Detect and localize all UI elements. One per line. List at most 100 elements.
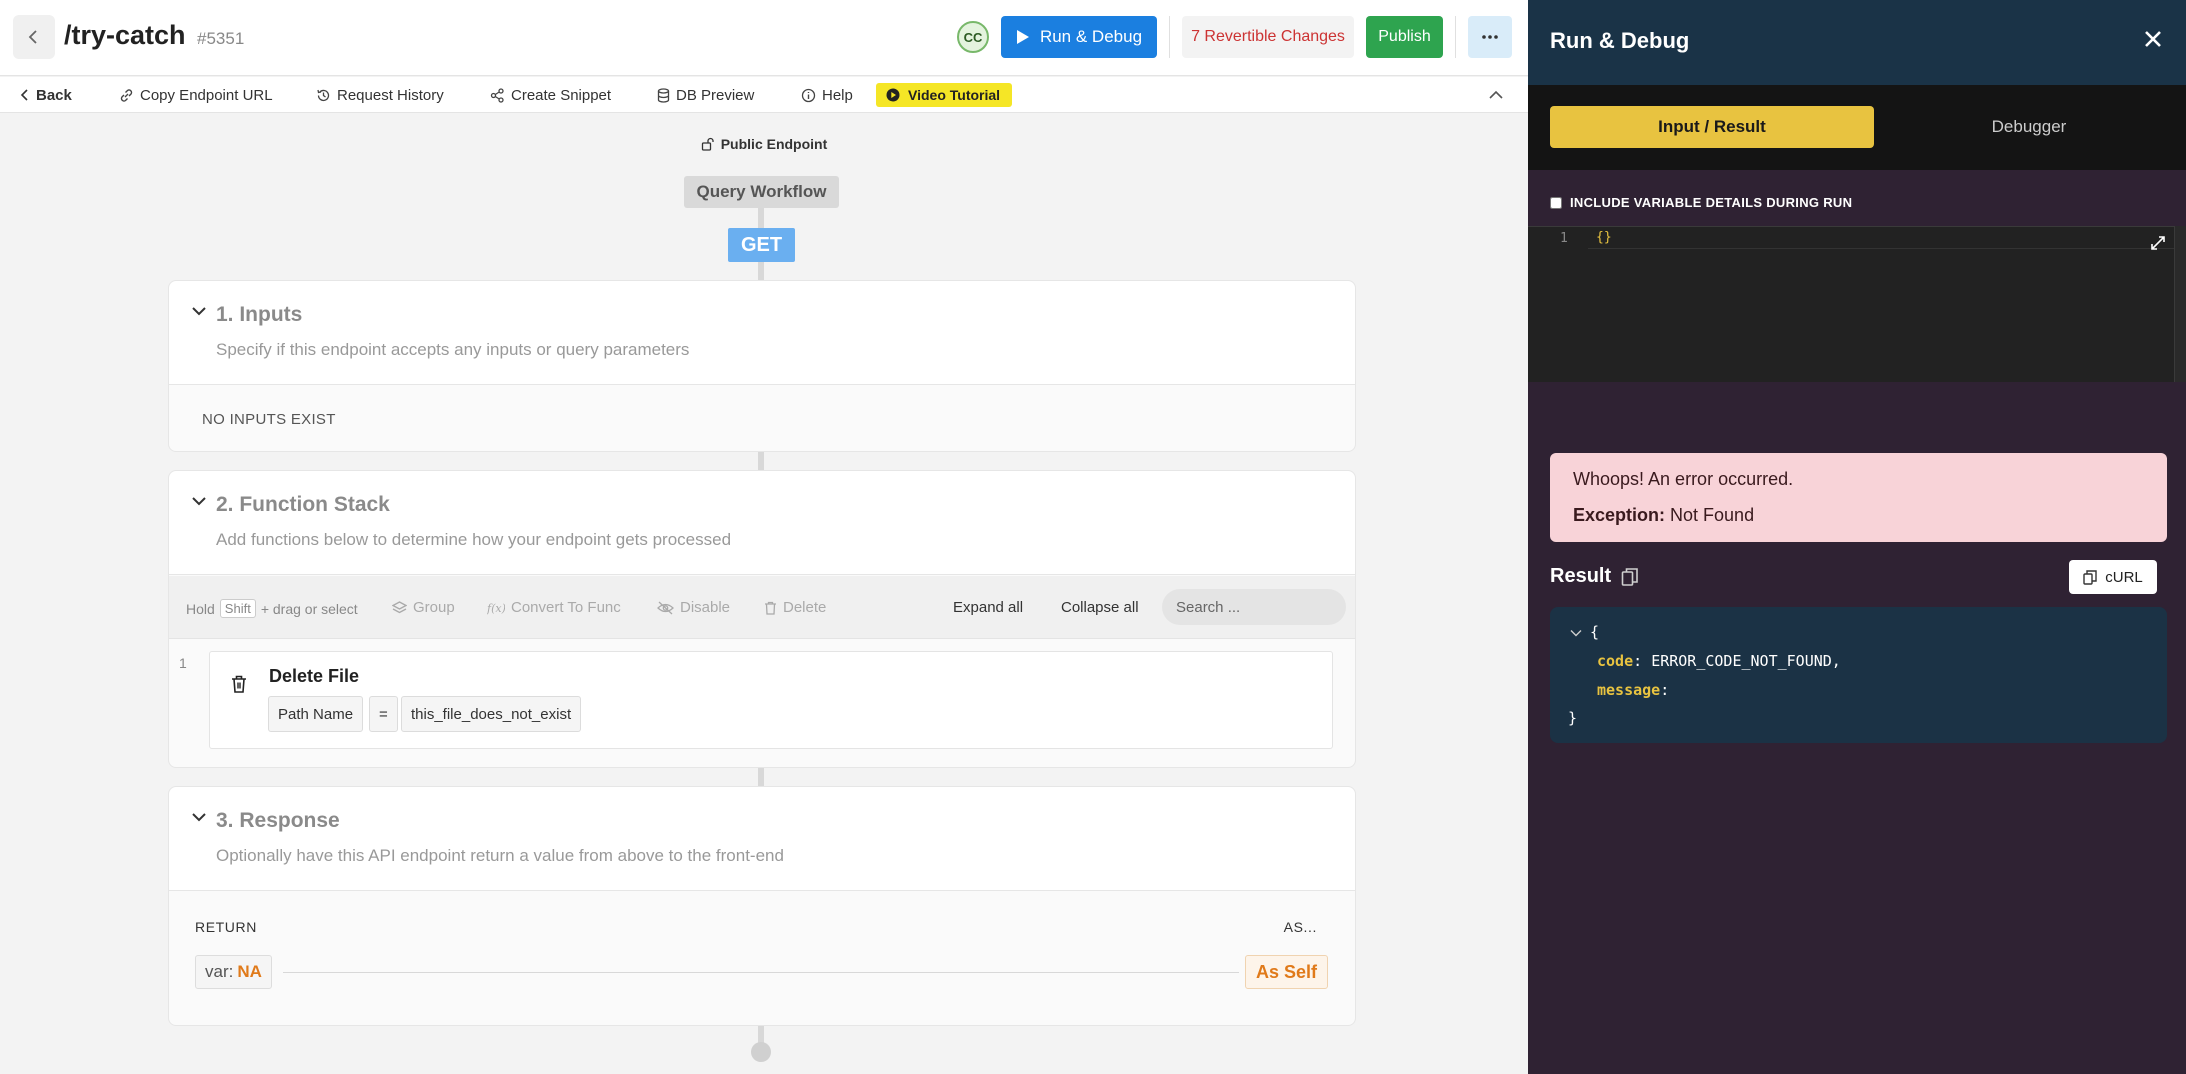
public-endpoint-label: Public Endpoint xyxy=(0,136,1528,152)
function-search-input[interactable] xyxy=(1162,589,1346,625)
expand-all-button[interactable]: Expand all xyxy=(953,599,1023,616)
curl-label: cURL xyxy=(2105,568,2143,586)
response-title: 3. Response xyxy=(216,809,340,832)
help-button[interactable]: Help xyxy=(801,77,853,113)
create-snippet-button[interactable]: Create Snippet xyxy=(490,77,611,113)
inputs-section: 1. Inputs Specify if this endpoint accep… xyxy=(168,280,1356,452)
curl-button[interactable]: cURL xyxy=(2069,560,2157,594)
return-label: RETURN xyxy=(195,919,257,935)
svg-text:f(x): f(x) xyxy=(487,602,505,615)
play-circle-icon xyxy=(886,88,900,102)
delete-button[interactable]: Delete xyxy=(764,599,826,616)
json-key: message xyxy=(1597,681,1661,699)
inputs-description: Specify if this endpoint accepts any inp… xyxy=(216,340,690,359)
back-label: Back xyxy=(36,86,72,104)
chevron-down-icon[interactable] xyxy=(191,495,207,507)
create-snippet-label: Create Snippet xyxy=(511,86,612,104)
more-options-button[interactable] xyxy=(1468,16,1512,58)
info-icon xyxy=(801,88,816,103)
exception-value: Not Found xyxy=(1670,505,1755,525)
copy-icon xyxy=(2083,569,2097,585)
include-variable-details-option[interactable]: INCLUDE VARIABLE DETAILS DURING RUN xyxy=(1550,195,1852,210)
json-close-brace: } xyxy=(1568,709,1578,727)
response-description: Optionally have this API endpoint return… xyxy=(216,846,784,865)
response-header: 3. Response Optionally have this API end… xyxy=(169,787,1355,891)
result-json-viewer: { code: ERROR_CODE_NOT_FOUND, message: } xyxy=(1550,607,2167,743)
run-debug-panel: Run & Debug Input / Result Debugger INCL… xyxy=(1528,0,2186,1074)
back-link[interactable]: Back xyxy=(20,77,72,113)
result-heading: Result xyxy=(1550,565,1639,588)
run-debug-button[interactable]: Run & Debug xyxy=(1001,16,1157,58)
json-colon: : xyxy=(1660,681,1670,699)
copy-endpoint-url-button[interactable]: Copy Endpoint URL xyxy=(119,77,273,113)
inputs-header: 1. Inputs Specify if this endpoint accep… xyxy=(169,281,1355,385)
function-stack-toolbar: Hold Shift + drag or select Group f(x) C… xyxy=(169,576,1355,639)
shift-key: Shift xyxy=(219,599,256,618)
panel-title: Run & Debug xyxy=(1550,28,1690,53)
request-history-label: Request History xyxy=(337,86,444,104)
db-preview-button[interactable]: DB Preview xyxy=(657,77,754,113)
json-open-brace: { xyxy=(1590,623,1600,641)
return-variable-chip[interactable]: var: NA xyxy=(195,955,272,989)
collapse-all-button[interactable]: Collapse all xyxy=(1061,599,1139,616)
close-icon[interactable] xyxy=(2143,29,2163,49)
panel-header: Run & Debug xyxy=(1528,0,2186,85)
query-workflow-badge: Query Workflow xyxy=(684,176,839,208)
http-method-badge: GET xyxy=(728,228,795,262)
include-variable-details-checkbox[interactable] xyxy=(1550,196,1562,209)
function-card[interactable]: Delete File Path Name = this_file_does_n… xyxy=(209,651,1333,749)
play-icon xyxy=(1016,29,1030,45)
collapse-json-icon[interactable] xyxy=(1570,628,1582,638)
chevron-up-icon xyxy=(1489,90,1503,100)
error-exception: Exception: Not Found xyxy=(1573,505,1754,526)
return-as-chip[interactable]: As Self xyxy=(1244,955,1328,989)
panel-tabs: Input / Result Debugger xyxy=(1528,85,2186,170)
tab-input-result[interactable]: Input / Result xyxy=(1550,106,1874,148)
connector-line xyxy=(758,452,764,470)
publish-button[interactable]: Publish xyxy=(1366,16,1443,58)
eye-off-icon xyxy=(657,601,674,615)
inputs-title: 1. Inputs xyxy=(216,303,303,326)
error-alert: Whoops! An error occurred. Exception: No… xyxy=(1550,453,2167,542)
back-arrow-button[interactable] xyxy=(13,15,55,59)
public-endpoint-text: Public Endpoint xyxy=(720,136,828,152)
revertible-changes-button[interactable]: 7 Revertible Changes xyxy=(1182,16,1354,58)
chevron-left-icon xyxy=(26,29,42,45)
exception-label: Exception: xyxy=(1573,505,1666,525)
history-icon xyxy=(316,88,331,103)
chevron-down-icon[interactable] xyxy=(191,305,207,317)
page-title: /try-catch xyxy=(64,20,186,50)
include-variable-details-label: INCLUDE VARIABLE DETAILS DURING RUN xyxy=(1570,195,1853,210)
editor-scrollbar[interactable] xyxy=(2174,226,2186,382)
operator-chip: = xyxy=(369,696,398,732)
convert-to-func-button[interactable]: f(x) Convert To Func xyxy=(487,599,621,616)
connector-end-dot xyxy=(751,1042,771,1062)
copy-icon[interactable] xyxy=(1621,567,1639,587)
avatar[interactable]: CC xyxy=(957,21,989,53)
expand-icon[interactable] xyxy=(2150,235,2166,251)
param-value-chip[interactable]: this_file_does_not_exist xyxy=(401,696,582,732)
connector-line xyxy=(758,768,764,786)
trash-icon xyxy=(230,674,248,694)
collapse-toolbar-button[interactable] xyxy=(1484,83,1508,107)
group-button[interactable]: Group xyxy=(392,599,455,616)
function-index: 1 xyxy=(179,655,187,671)
disable-label: Disable xyxy=(680,599,731,616)
function-icon: f(x) xyxy=(487,601,505,615)
json-value: ERROR_CODE_NOT_FOUND, xyxy=(1651,652,1841,670)
video-tutorial-button[interactable]: Video Tutorial xyxy=(876,83,1013,107)
as-label: AS... xyxy=(1283,919,1317,935)
request-history-button[interactable]: Request History xyxy=(316,77,444,113)
disable-button[interactable]: Disable xyxy=(657,599,730,616)
top-bar: /try-catch #5351 CC Run & Debug 7 Revert… xyxy=(0,0,1528,76)
convert-to-func-label: Convert To Func xyxy=(511,599,621,616)
var-value: NA xyxy=(237,962,262,981)
editor-code[interactable]: {} xyxy=(1596,230,1612,245)
endpoint-toolbar: Back Copy Endpoint URL Request History C… xyxy=(0,77,1528,113)
json-code-line: code: ERROR_CODE_NOT_FOUND, xyxy=(1597,652,1841,670)
input-json-editor[interactable]: 1 {} xyxy=(1528,226,2174,382)
delete-label: Delete xyxy=(783,599,827,616)
tab-debugger[interactable]: Debugger xyxy=(1884,106,2174,148)
chevron-down-icon[interactable] xyxy=(191,811,207,823)
result-label: Result xyxy=(1550,565,1612,587)
